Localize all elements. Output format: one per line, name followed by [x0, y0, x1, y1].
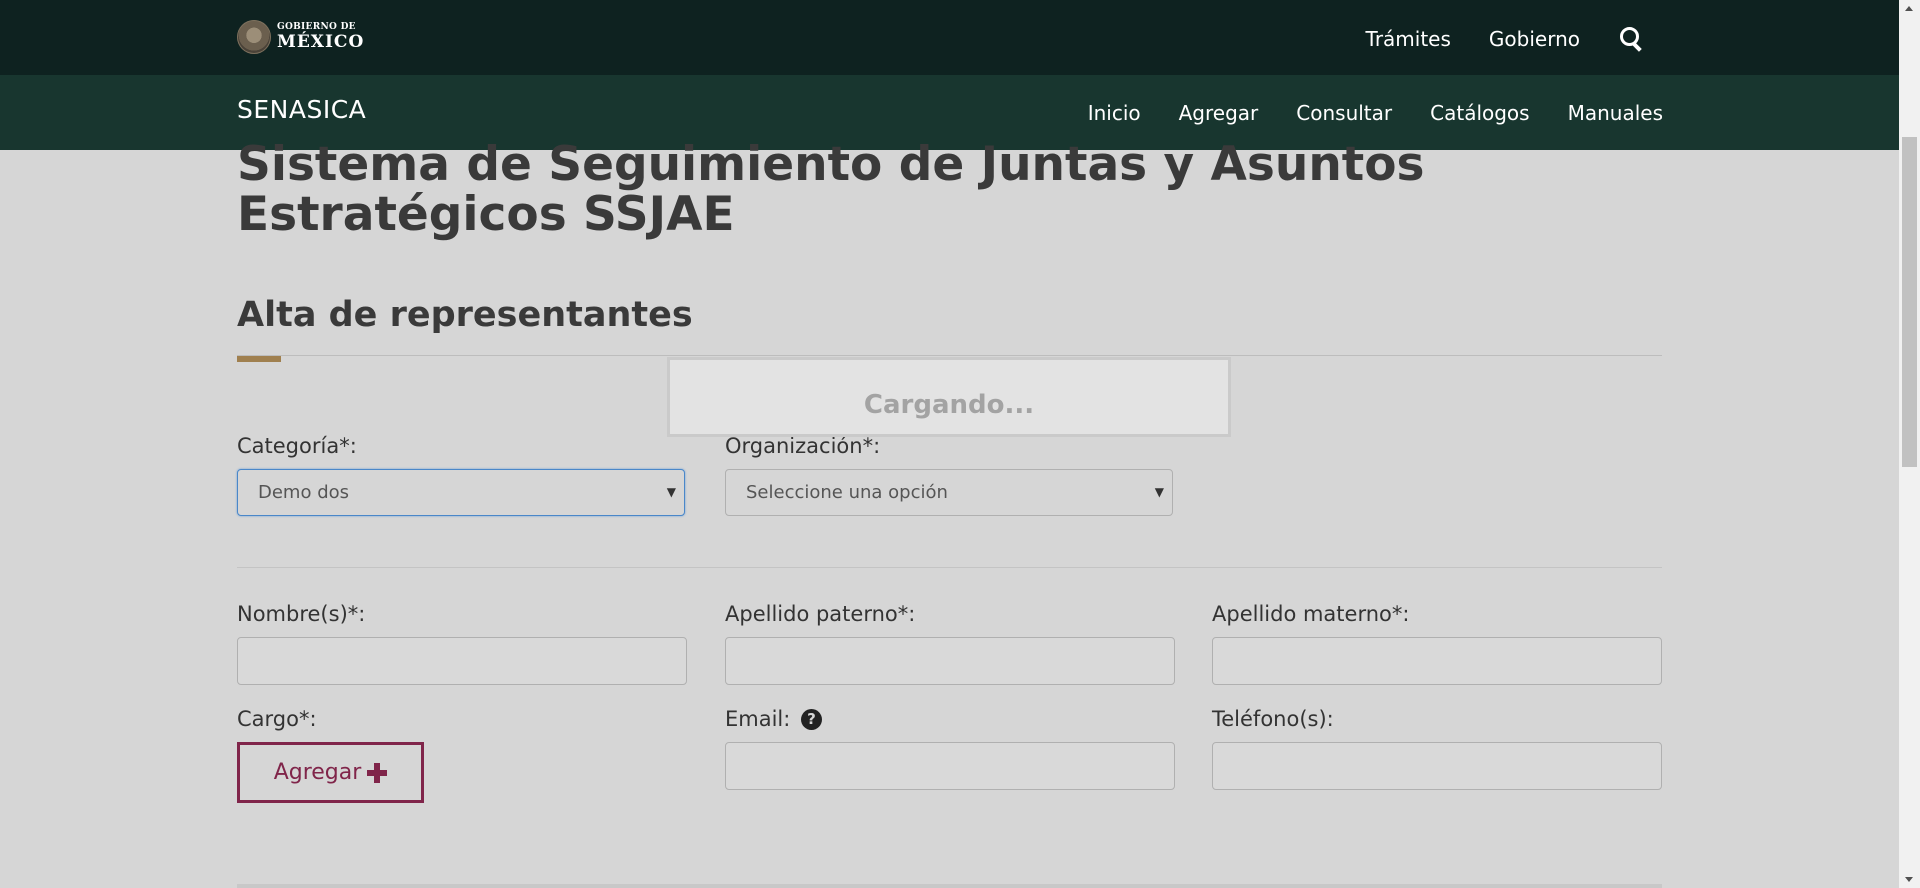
- scrollbar-thumb[interactable]: [1902, 137, 1917, 467]
- email-input[interactable]: [725, 742, 1175, 790]
- loading-overlay: Cargando...: [667, 357, 1231, 437]
- section-title: Alta de representantes: [237, 295, 693, 335]
- subnav-link-agregar[interactable]: Agregar: [1179, 101, 1259, 125]
- question-circle-icon[interactable]: ?: [801, 709, 823, 730]
- subnav-link-catalogos[interactable]: Catálogos: [1430, 101, 1529, 125]
- search-icon[interactable]: [1618, 26, 1644, 52]
- mexico-seal-icon: [237, 20, 271, 54]
- plus-icon: [367, 762, 388, 783]
- chevron-down-icon: ▼: [666, 485, 676, 499]
- brand-senasica[interactable]: SENASICA: [237, 95, 366, 124]
- nombre-input[interactable]: [237, 637, 687, 685]
- gobierno-logo[interactable]: GOBIERNO DE MÉXICO: [237, 18, 364, 56]
- nav-link-tramites[interactable]: Trámites: [1366, 27, 1451, 51]
- logo-line-1: GOBIERNO DE: [277, 22, 356, 32]
- agregar-cargo-button[interactable]: Agregar: [237, 742, 424, 803]
- form-divider: [237, 567, 1662, 568]
- apellido-materno-input[interactable]: [1212, 637, 1662, 685]
- scroll-down-arrow-icon[interactable]: [1905, 877, 1913, 882]
- logo-text: GOBIERNO DE MÉXICO: [277, 23, 364, 51]
- agregar-button-label: Agregar: [273, 760, 362, 785]
- organizacion-selected-value: Seleccione una opción: [746, 482, 948, 503]
- page-title: Sistema de Seguimiento de Juntas y Asunt…: [237, 137, 1425, 242]
- subnav-link-inicio[interactable]: Inicio: [1088, 101, 1141, 125]
- top-nav: Trámites Gobierno: [1366, 0, 1644, 78]
- subnav-link-manuales[interactable]: Manuales: [1568, 101, 1663, 125]
- categoria-label: Categoría*:: [237, 434, 357, 458]
- section-accent-bar: [237, 356, 281, 362]
- sub-nav: Inicio Agregar Consultar Catálogos Manua…: [1088, 101, 1663, 125]
- section-divider: [237, 355, 1662, 356]
- telefono-input[interactable]: [1212, 742, 1662, 790]
- logo-line-2: MÉXICO: [277, 32, 365, 52]
- organizacion-label: Organización*:: [725, 434, 881, 458]
- vertical-scrollbar[interactable]: [1899, 0, 1920, 888]
- email-label-wrap: Email: ?: [725, 707, 823, 731]
- email-label: Email:: [725, 707, 791, 731]
- page: GOBIERNO DE MÉXICO Trámites Gobierno SEN…: [0, 0, 1899, 888]
- scroll-up-arrow-icon[interactable]: [1905, 6, 1913, 11]
- telefono-label: Teléfono(s):: [1212, 707, 1334, 731]
- categoria-select[interactable]: Demo dos ▼: [237, 469, 685, 516]
- organizacion-select[interactable]: Seleccione una opción ▼: [725, 469, 1173, 516]
- apellido-materno-label: Apellido materno*:: [1212, 602, 1410, 626]
- nav-link-gobierno[interactable]: Gobierno: [1489, 27, 1580, 51]
- apellido-paterno-input[interactable]: [725, 637, 1175, 685]
- nombre-label: Nombre(s)*:: [237, 602, 366, 626]
- chevron-down-icon: ▼: [1154, 485, 1164, 499]
- cargo-label: Cargo*:: [237, 707, 317, 731]
- loading-text: Cargando...: [863, 390, 1035, 420]
- subnav-link-consultar[interactable]: Consultar: [1296, 101, 1392, 125]
- bottom-divider: [237, 884, 1662, 888]
- top-header: GOBIERNO DE MÉXICO Trámites Gobierno: [0, 0, 1899, 75]
- apellido-paterno-label: Apellido paterno*:: [725, 602, 916, 626]
- categoria-selected-value: Demo dos: [258, 482, 350, 503]
